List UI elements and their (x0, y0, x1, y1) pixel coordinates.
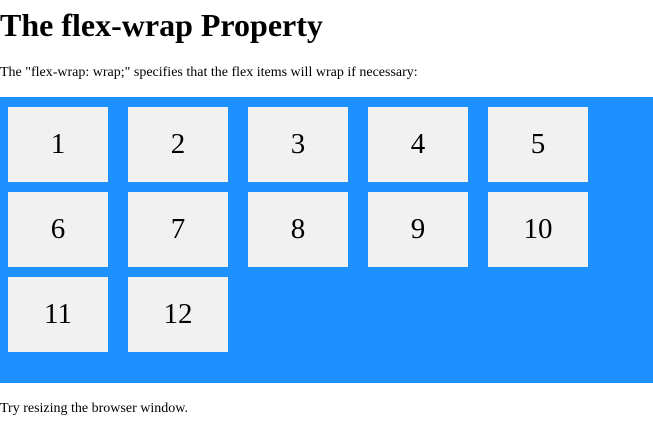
flex-item-1: 1 (8, 107, 108, 182)
flex-item-6: 6 (8, 192, 108, 267)
flex-item-5: 5 (488, 107, 588, 182)
flex-item-9: 9 (368, 192, 468, 267)
footer-text: Try resizing the browser window. (0, 401, 188, 416)
flex-item-4: 4 (368, 107, 468, 182)
flex-item-8: 8 (248, 192, 348, 267)
flex-item-2: 2 (128, 107, 228, 182)
page-title: The flex-wrap Property (0, 7, 323, 43)
flex-item-11: 11 (8, 277, 108, 352)
flex-item-7: 7 (128, 192, 228, 267)
flex-item-12: 12 (128, 277, 228, 352)
flex-container: 1 2 3 4 5 6 7 8 9 10 11 12 (0, 97, 653, 383)
flex-item-3: 3 (248, 107, 348, 182)
intro-text: The "flex-wrap: wrap;" specifies that th… (0, 65, 418, 80)
flex-item-10: 10 (488, 192, 588, 267)
